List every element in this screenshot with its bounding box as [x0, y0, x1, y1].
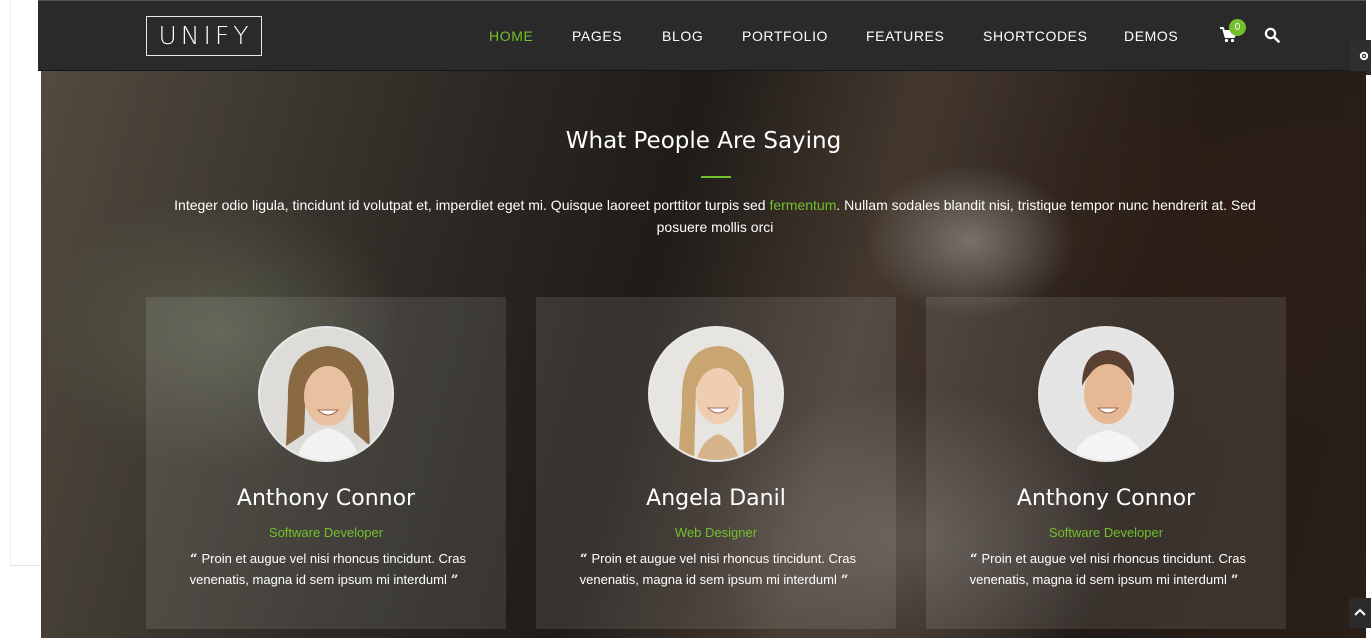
top-navbar: UNIFY HOME PAGES BLOG PORTFOLIO FEATURES… [38, 0, 1366, 71]
title-divider [701, 176, 731, 178]
testimonial-card: Anthony Connor Software Developer “Proin… [926, 297, 1286, 629]
close-quote-icon: ” [450, 573, 459, 588]
nav-portfolio[interactable]: PORTFOLIO [742, 28, 828, 44]
quote-text: Proin et augue vel nisi rhoncus tincidun… [579, 551, 856, 587]
quote-text: Proin et augue vel nisi rhoncus tincidun… [189, 551, 466, 587]
testimonial-role: Web Designer [674, 525, 758, 540]
settings-toggle[interactable] [1350, 40, 1371, 75]
nav-blog[interactable]: BLOG [662, 28, 703, 44]
open-quote-icon: “ [190, 552, 198, 567]
avatar [258, 326, 394, 462]
testimonial-name: Anthony Connor [236, 486, 416, 511]
testimonials-section: What People Are Saying Integer odio ligu… [41, 71, 1366, 638]
nav-home[interactable]: HOME [489, 28, 533, 44]
testimonial-quote: “Proin et augue vel nisi rhoncus tincidu… [956, 549, 1256, 591]
search-icon[interactable] [1264, 27, 1282, 45]
open-quote-icon: “ [580, 552, 588, 567]
nav-pages[interactable]: PAGES [572, 28, 622, 44]
nav-shortcodes[interactable]: SHORTCODES [983, 28, 1088, 44]
testimonial-card: Angela Danil Web Designer “Proin et augu… [536, 297, 896, 629]
gear-icon [1359, 51, 1369, 61]
testimonial-name: Angela Danil [646, 486, 786, 511]
description-link[interactable]: fermentum [769, 197, 836, 213]
chevron-up-icon [1354, 608, 1366, 616]
close-quote-icon: ” [1230, 573, 1239, 588]
nav-demos[interactable]: DEMOS [1124, 28, 1178, 44]
testimonial-quote: “Proin et augue vel nisi rhoncus tincidu… [176, 549, 476, 591]
back-to-top-button[interactable] [1349, 598, 1371, 628]
nav-features[interactable]: FEATURES [866, 28, 944, 44]
avatar [1038, 326, 1174, 462]
left-margin-strip [0, 0, 40, 638]
testimonial-role: Software Developer [268, 525, 384, 540]
section-title: What People Are Saying [565, 128, 842, 154]
close-quote-icon: ” [840, 573, 849, 588]
testimonial-quote: “Proin et augue vel nisi rhoncus tincidu… [566, 549, 866, 591]
testimonial-card: Anthony Connor Software Developer “Proin… [146, 297, 506, 629]
quote-text: Proin et augue vel nisi rhoncus tincidun… [969, 551, 1246, 587]
cart-count-badge: 0 [1229, 19, 1246, 36]
section-description: Integer odio ligula, tincidunt id volutp… [152, 194, 1278, 238]
testimonial-role: Software Developer [1048, 525, 1164, 540]
avatar [648, 326, 784, 462]
logo[interactable]: UNIFY [146, 16, 262, 56]
open-quote-icon: “ [970, 552, 978, 567]
description-text-start: Integer odio ligula, tincidunt id volutp… [174, 197, 770, 213]
page: UNIFY HOME PAGES BLOG PORTFOLIO FEATURES… [0, 0, 1371, 638]
testimonial-name: Anthony Connor [1016, 486, 1196, 511]
